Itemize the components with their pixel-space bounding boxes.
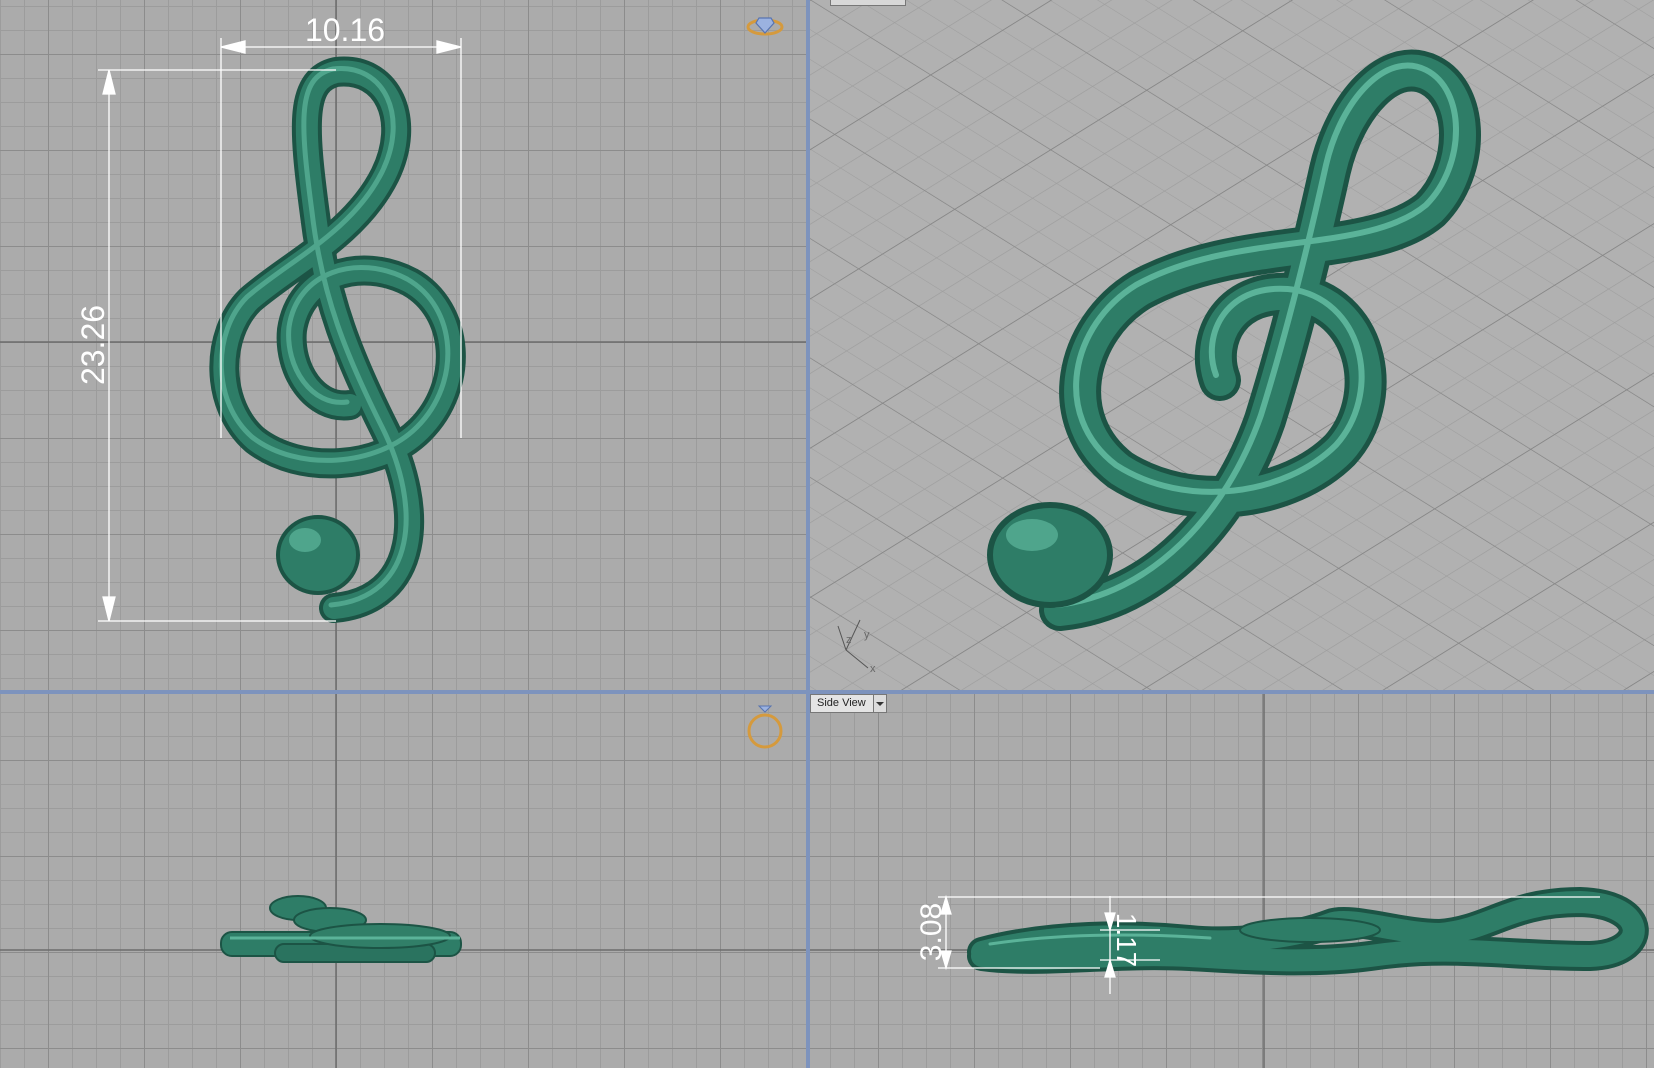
perspective-view-tab[interactable]	[830, 0, 906, 6]
modeling-app: 10.16 23.26 z y x 3.08 1.17 Side View	[0, 0, 1654, 1068]
dimension-side-thickness-label: 1.17	[1111, 913, 1142, 968]
ring-top-icon[interactable]	[746, 17, 784, 36]
top-viewport[interactable]: 10.16 23.26	[0, 0, 806, 690]
viewport-dropdown-icon[interactable]	[872, 695, 886, 712]
viewport-divider-horizontal[interactable]	[0, 690, 1654, 694]
top-viewport-canvas: 10.16 23.26	[0, 0, 806, 690]
side-viewport-canvas: 3.08 1.17	[810, 694, 1654, 1068]
dimension-side-height-label: 3.08	[915, 903, 948, 961]
side-viewport[interactable]: 3.08 1.17 Side View	[810, 694, 1654, 1068]
side-view-title-bar[interactable]: Side View	[810, 694, 887, 713]
axis-label-z: z	[846, 634, 852, 646]
front-viewport-canvas	[0, 694, 806, 1068]
side-view-title: Side View	[817, 697, 866, 709]
perspective-viewport-canvas: z y x	[810, 0, 1654, 690]
front-viewport[interactable]	[0, 694, 806, 1068]
dimension-height-label: 23.26	[75, 305, 111, 385]
ring-side-icon[interactable]	[747, 705, 783, 749]
axis-label-y: y	[864, 629, 870, 641]
perspective-viewport[interactable]: z y x	[810, 0, 1654, 690]
treble-clef-model-front[interactable]	[220, 895, 462, 963]
viewport-divider-vertical[interactable]	[806, 0, 810, 1068]
treble-clef-model-side[interactable]	[967, 886, 1649, 976]
axis-label-x: x	[870, 663, 876, 675]
dimension-width-label: 10.16	[305, 12, 385, 48]
